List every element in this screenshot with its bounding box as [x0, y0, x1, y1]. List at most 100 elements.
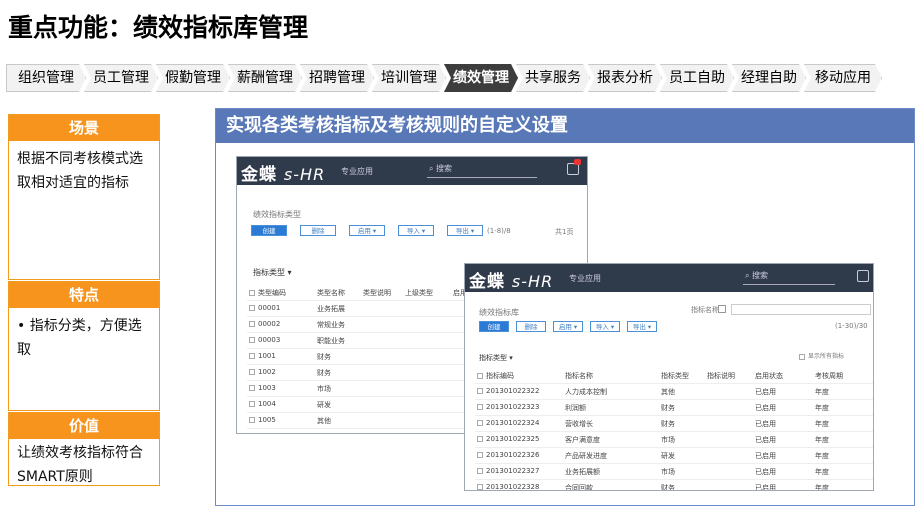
- search-input[interactable]: ⌕ 搜索: [427, 163, 537, 178]
- column-header: 指标编码: [477, 371, 514, 381]
- table-cell: 201301022327: [477, 467, 539, 475]
- action-button-5[interactable]: 导出 ▾: [627, 321, 657, 332]
- column-header: 指标说明: [707, 372, 735, 380]
- group-label[interactable]: 指标类型 ▾: [253, 267, 292, 278]
- column-header: 类型名称: [317, 289, 345, 297]
- banner: 实现各类考核指标及考核规则的自定义设置: [216, 109, 914, 143]
- table-cell: 00002: [249, 320, 280, 328]
- table-row[interactable]: 201301022326 产品研发进度 研发 已启用 年度: [475, 448, 873, 464]
- column-header: 类型说明: [363, 289, 391, 297]
- section-title: 绩效指标类型: [253, 210, 301, 219]
- table-row[interactable]: 201301022324 营收增长 财务 已启用 年度: [475, 416, 873, 432]
- scene-header: 场景: [9, 115, 159, 141]
- action-button-4[interactable]: 导入 ▾: [398, 225, 434, 236]
- scene-body: 根据不同考核模式选取相对适宜的指标: [17, 151, 143, 191]
- tab-5[interactable]: 招聘管理: [300, 64, 374, 92]
- table-cell: 201301022324: [477, 419, 539, 427]
- tab-6[interactable]: 培训管理: [372, 64, 446, 92]
- bell-icon[interactable]: [857, 270, 869, 282]
- column-header: 上级类型: [405, 289, 433, 297]
- tab-7[interactable]: 绩效管理: [444, 64, 518, 92]
- tab-1[interactable]: 组织管理: [6, 64, 86, 92]
- tab-9[interactable]: 报表分析: [588, 64, 662, 92]
- table-cell: 财务: [661, 484, 675, 491]
- table-cell: 00003: [249, 336, 280, 344]
- table-cell: 财务: [661, 404, 675, 412]
- action-button-1[interactable]: 创建: [251, 225, 287, 236]
- column-header: 类型编码: [249, 288, 286, 298]
- table-cell: 年度: [815, 484, 829, 491]
- app-topbar: 金蝶 s-HR 专业应用 ⌕ 搜索: [465, 264, 873, 292]
- app-topbar: 金蝶 s-HR 专业应用 ⌕ 搜索: [237, 157, 587, 185]
- tab-2[interactable]: 员工管理: [84, 64, 158, 92]
- topmenu[interactable]: 专业应用: [341, 166, 373, 177]
- table-cell: 其他: [317, 417, 331, 425]
- table-cell: 职能业务: [317, 337, 345, 345]
- table-cell: 已启用: [755, 452, 776, 460]
- table-cell: 常规业务: [317, 321, 345, 329]
- main-panel: 实现各类考核指标及考核规则的自定义设置 金蝶 s-HR 专业应用 ⌕ 搜索 绩效…: [215, 108, 915, 506]
- notification-badge: [574, 159, 581, 165]
- table-cell: 研发: [317, 401, 331, 409]
- table-cell: 市场: [661, 468, 675, 476]
- table-cell: 业务拓展额: [565, 468, 600, 476]
- action-button-4[interactable]: 导入 ▾: [590, 321, 620, 332]
- tab-8[interactable]: 共享服务: [516, 64, 590, 92]
- filter-input[interactable]: [731, 304, 871, 315]
- table-cell: 财务: [661, 420, 675, 428]
- column-header: 指标类型: [661, 372, 689, 380]
- table-cell: 产品研发进度: [565, 452, 607, 460]
- action-button-3[interactable]: 启用 ▾: [349, 225, 385, 236]
- table-row[interactable]: 201301022325 客户满意度 市场 已启用 年度: [475, 432, 873, 448]
- table-cell: 已启用: [755, 468, 776, 476]
- app-logo: 金蝶 s-HR: [469, 272, 554, 292]
- topmenu[interactable]: 专业应用: [569, 273, 601, 284]
- table-cell: 201301022323: [477, 403, 539, 411]
- tab-12[interactable]: 移动应用: [804, 64, 882, 92]
- show-all-toggle[interactable]: 显示所有指标: [799, 351, 844, 360]
- table-row[interactable]: 201301022328 合同回款 财务 已启用 年度: [475, 480, 873, 491]
- table-cell: 已启用: [755, 420, 776, 428]
- table-cell: 客户满意度: [565, 436, 600, 444]
- action-button-2[interactable]: 删除: [300, 225, 336, 236]
- tab-3[interactable]: 假勤管理: [156, 64, 230, 92]
- feature-box: 特点 • 指标分类，方便选取: [8, 281, 160, 411]
- section-title: 绩效指标库: [479, 308, 519, 317]
- table-cell: 利润额: [565, 404, 586, 412]
- table-header: 指标编码 指标名称 指标类型 指标说明 启用状态 考核周期: [475, 368, 873, 384]
- tab-11[interactable]: 经理自助: [732, 64, 806, 92]
- action-button-1[interactable]: 创建: [479, 321, 509, 332]
- tab-4[interactable]: 薪酬管理: [228, 64, 302, 92]
- table-cell: 财务: [317, 369, 331, 377]
- page-count: 共1页: [555, 228, 574, 236]
- table-row[interactable]: 201301022322 人力成本控制 其他 已启用 年度: [475, 384, 873, 400]
- paging: (1-8)/8: [487, 227, 511, 235]
- table-cell: 1005: [249, 416, 276, 424]
- table-cell: 已启用: [755, 404, 776, 412]
- group-label[interactable]: 指标类型 ▾: [479, 353, 513, 363]
- tab-10[interactable]: 员工自助: [660, 64, 734, 92]
- table-row[interactable]: 201301022327 业务拓展额 市场 已启用 年度: [475, 464, 873, 480]
- filter-checkbox[interactable]: [718, 305, 726, 313]
- page-title: 重点功能：绩效指标库管理: [8, 13, 309, 42]
- table-cell: 年度: [815, 436, 829, 444]
- value-box: 价值 让绩效考核指标符合SMART原则: [8, 412, 160, 486]
- table-cell: 人力成本控制: [565, 388, 607, 396]
- table-row[interactable]: 201301022323 利润额 财务 已启用 年度: [475, 400, 873, 416]
- table-cell: 研发: [661, 452, 675, 460]
- feature-header: 特点: [9, 282, 159, 308]
- action-button-3[interactable]: 启用 ▾: [553, 321, 583, 332]
- table-cell: 合同回款: [565, 484, 593, 491]
- table-cell: 1002: [249, 368, 276, 376]
- scene-box: 场景 根据不同考核模式选取相对适宜的指标: [8, 114, 160, 280]
- action-button-5[interactable]: 导出 ▾: [447, 225, 483, 236]
- table-cell: 201301022322: [477, 387, 539, 395]
- module-nav: 组织管理 员工管理 假勤管理 薪酬管理 招聘管理 培训管理 绩效管理 共享服务 报表分析 员工自助…: [6, 64, 906, 92]
- feature-body: • 指标分类，方便选取: [17, 318, 142, 358]
- table-cell: 1001: [249, 352, 276, 360]
- table-cell: 00001: [249, 304, 280, 312]
- column-header: 启用状态: [755, 372, 783, 380]
- search-input[interactable]: ⌕ 搜索: [743, 270, 835, 285]
- action-button-2[interactable]: 删除: [516, 321, 546, 332]
- value-body: 让绩效考核指标符合SMART原则: [17, 445, 143, 485]
